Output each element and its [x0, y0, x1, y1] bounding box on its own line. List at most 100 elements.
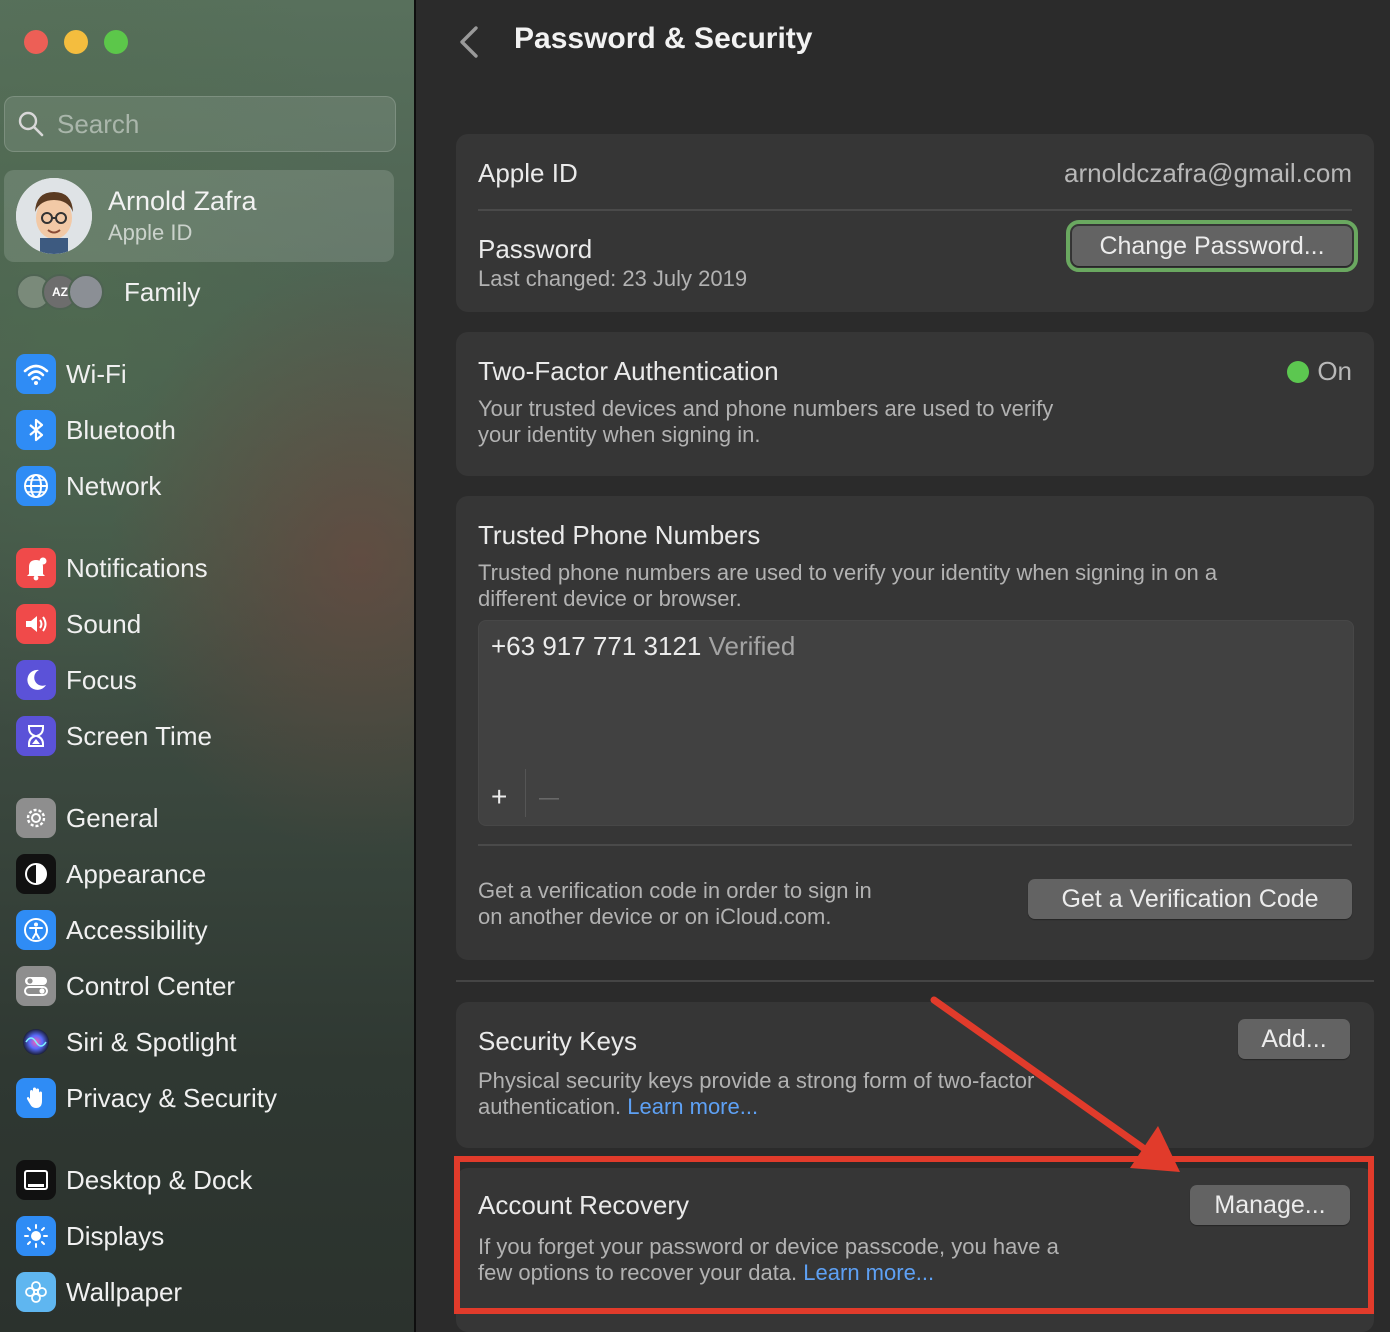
hourglass-icon [16, 716, 56, 756]
security-keys-card: Security Keys Add... Physical security k… [456, 1002, 1374, 1148]
sidebar-item-general[interactable]: General [16, 796, 406, 840]
siri-icon [16, 1022, 56, 1062]
sidebar-item-label: Family [124, 276, 201, 307]
page-title: Password & Security [514, 22, 813, 55]
change-password-button[interactable]: Change Password... [1066, 220, 1358, 272]
sidebar-item-label: Screen Time [66, 720, 212, 751]
sun-icon [16, 1216, 56, 1256]
verification-description-1: Get a verification code in order to sign… [478, 878, 872, 903]
get-verification-code-button[interactable]: Get a Verification Code [1028, 879, 1352, 919]
trusted-phone-card: Trusted Phone Numbers Trusted phone numb… [456, 496, 1374, 960]
sidebar-item-label: Siri & Spotlight [66, 1026, 237, 1057]
appearance-icon [16, 854, 56, 894]
add-phone-button[interactable]: + [491, 781, 507, 813]
apple-id-account[interactable]: Arnold Zafra Apple ID [4, 170, 394, 262]
sidebar-item-label: Wallpaper [66, 1276, 183, 1307]
sidebar-item-wallpaper[interactable]: Wallpaper [16, 1270, 406, 1314]
bluetooth-icon [16, 410, 56, 450]
sidebar-item-label: Focus [66, 664, 137, 695]
minimize-window-button[interactable] [64, 30, 88, 54]
password-label: Password [478, 234, 593, 264]
main-pane: Password & Security Apple ID arnoldczafr… [416, 0, 1390, 1332]
sidebar-item-privacy-security[interactable]: Privacy & Security [16, 1076, 406, 1120]
sidebar-item-label: Accessibility [66, 914, 208, 945]
bell-icon [16, 548, 56, 588]
button-separator [525, 769, 526, 817]
section-divider [456, 980, 1374, 982]
toggles-icon [16, 966, 56, 1006]
security-keys-description-text: authentication. [478, 1094, 622, 1119]
account-recovery-description-1: If you forget your password or device pa… [478, 1234, 1059, 1259]
apple-id-label: Apple ID [478, 158, 578, 188]
wifi-icon [16, 354, 56, 394]
sidebar-item-sound[interactable]: Sound [16, 602, 406, 646]
sidebar: Arnold Zafra Apple ID AZ Family Wi-Fi Bl… [0, 0, 414, 1332]
remove-phone-button[interactable]: — [539, 787, 559, 810]
manage-account-recovery-button[interactable]: Manage... [1190, 1185, 1350, 1225]
flower-icon [16, 1272, 56, 1312]
sidebar-item-desktop-dock[interactable]: Desktop & Dock [16, 1158, 406, 1202]
sidebar-item-accessibility[interactable]: Accessibility [16, 908, 406, 952]
security-keys-description-1: Physical security keys provide a strong … [478, 1068, 1035, 1093]
sidebar-item-focus[interactable]: Focus [16, 658, 406, 702]
sidebar-item-notifications[interactable]: Notifications [16, 546, 406, 590]
speaker-icon [16, 604, 56, 644]
two-factor-label: Two-Factor Authentication [478, 356, 779, 386]
verification-description-2: on another device or on iCloud.com. [478, 904, 832, 929]
phone-number-list: +63 917 771 3121 Verified + — [478, 620, 1354, 826]
family-avatar [68, 274, 104, 310]
gear-icon [16, 798, 56, 838]
sidebar-item-label: Network [66, 470, 162, 501]
sidebar-item-family[interactable]: AZ Family [16, 270, 396, 314]
search-icon [18, 111, 44, 137]
security-keys-label: Security Keys [478, 1026, 637, 1056]
zoom-window-button[interactable] [104, 30, 128, 54]
dock-icon [16, 1160, 56, 1200]
sidebar-item-siri-spotlight[interactable]: Siri & Spotlight [16, 1020, 406, 1064]
avatar [16, 178, 92, 254]
account-subtitle: Apple ID [108, 220, 193, 245]
sidebar-item-appearance[interactable]: Appearance [16, 852, 406, 896]
close-window-button[interactable] [24, 30, 48, 54]
hand-icon [16, 1078, 56, 1118]
trusted-phone-description-1: Trusted phone numbers are used to verify… [478, 560, 1218, 585]
add-security-key-button[interactable]: Add... [1238, 1019, 1350, 1059]
account-recovery-learn-more-link[interactable]: Learn more... [803, 1260, 934, 1285]
security-keys-description-2: authentication. Learn more... [478, 1094, 758, 1120]
phone-number-row[interactable]: +63 917 771 3121 Verified [491, 631, 795, 662]
sidebar-item-screen-time[interactable]: Screen Time [16, 714, 406, 758]
sidebar-item-label: Sound [66, 608, 142, 639]
back-chevron-icon[interactable] [454, 22, 484, 62]
sidebar-item-network[interactable]: Network [16, 464, 406, 508]
two-factor-status-text: On [1317, 356, 1352, 386]
moon-icon [16, 660, 56, 700]
sidebar-item-label: Wi-Fi [66, 358, 127, 389]
row-divider [478, 844, 1352, 846]
sidebar-item-label: Notifications [66, 552, 208, 583]
security-keys-learn-more-link[interactable]: Learn more... [627, 1094, 758, 1119]
two-factor-description-2: your identity when signing in. [478, 422, 761, 447]
sidebar-item-bluetooth[interactable]: Bluetooth [16, 408, 406, 452]
trusted-phone-label: Trusted Phone Numbers [478, 520, 761, 550]
search-input[interactable] [57, 108, 377, 140]
family-avatars: AZ [16, 272, 108, 312]
two-factor-card: Two-Factor Authentication On Your truste… [456, 332, 1374, 476]
account-recovery-label: Account Recovery [478, 1190, 689, 1220]
sidebar-item-label: Bluetooth [66, 414, 176, 445]
sidebar-item-label: Desktop & Dock [66, 1164, 253, 1195]
account-recovery-description-text: few options to recover your data. [478, 1260, 798, 1285]
sidebar-item-wifi[interactable]: Wi-Fi [16, 352, 406, 396]
sidebar-item-control-center[interactable]: Control Center [16, 964, 406, 1008]
apple-id-value: arnoldczafra@gmail.com [1064, 158, 1352, 188]
sidebar-item-label: Displays [66, 1220, 165, 1251]
accessibility-icon [16, 910, 56, 950]
phone-verified-status: Verified [708, 631, 796, 661]
status-on-icon [1287, 361, 1310, 383]
sidebar-item-label: General [66, 802, 159, 833]
trusted-phone-description-2: different device or browser. [478, 586, 742, 611]
apple-id-card: Apple ID arnoldczafra@gmail.com Password… [456, 134, 1374, 312]
account-name: Arnold Zafra [108, 186, 257, 216]
search-field[interactable] [4, 96, 396, 152]
sidebar-item-displays[interactable]: Displays [16, 1214, 406, 1258]
row-divider [478, 209, 1352, 211]
